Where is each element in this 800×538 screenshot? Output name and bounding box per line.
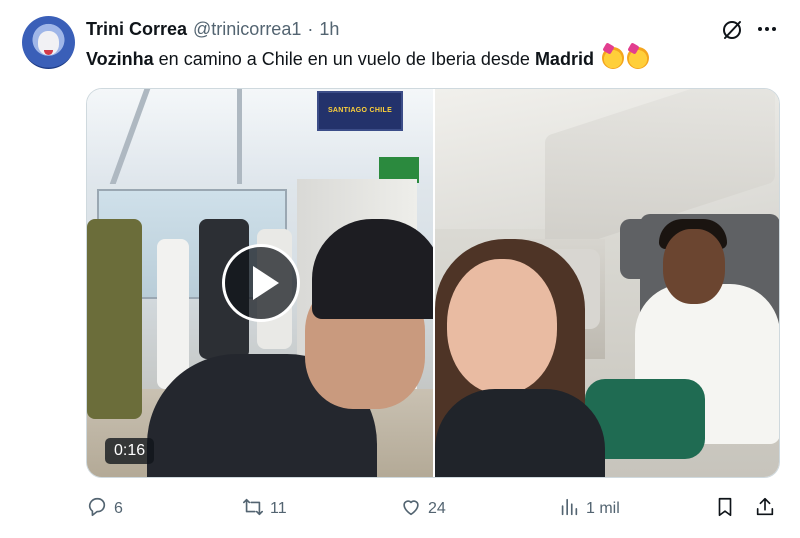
- reply-button[interactable]: 6: [86, 496, 123, 522]
- reply-count: 6: [114, 500, 123, 517]
- action-bar: 6 11 24 1 mil: [86, 496, 780, 522]
- tweet-header: Trini Correa @trinicorrea1 · 1h: [86, 18, 339, 40]
- tweet-body: en camino a Chile en un vuelo de Iberia …: [153, 49, 535, 69]
- person: [157, 239, 189, 389]
- video-duration: 0:16: [105, 438, 155, 464]
- like-icon: [400, 496, 422, 523]
- bookmark-button[interactable]: [714, 496, 736, 522]
- woman-face: [447, 259, 557, 394]
- like-button[interactable]: 24: [400, 496, 446, 522]
- photo-thumbnail[interactable]: [435, 89, 779, 477]
- party-emoji: [601, 47, 624, 69]
- man-face: [663, 229, 725, 304]
- avatar[interactable]: [22, 16, 75, 69]
- play-icon[interactable]: [222, 244, 300, 322]
- ceiling-beam: [237, 89, 242, 184]
- author-handle[interactable]: @trinicorrea1: [193, 19, 301, 40]
- media-grid: SANTIAGO CHILE 0:16: [86, 88, 780, 478]
- views-count: 1 mil: [586, 500, 620, 517]
- views-icon: [558, 496, 580, 523]
- tweet-bold-place: Madrid: [534, 49, 594, 69]
- grok-icon[interactable]: [720, 18, 744, 42]
- tweet-text: Vozinha en camino a Chile en un vuelo de…: [86, 47, 649, 71]
- author-name[interactable]: Trini Correa: [86, 19, 187, 40]
- tweet-bold-name: Vozinha: [86, 49, 154, 69]
- repost-button[interactable]: 11: [242, 496, 287, 522]
- share-button[interactable]: [754, 496, 776, 522]
- person: [87, 219, 142, 419]
- party-emoji: [626, 47, 649, 69]
- bookmark-icon: [714, 496, 736, 523]
- reply-icon: [86, 496, 108, 523]
- video-thumbnail[interactable]: SANTIAGO CHILE 0:16: [87, 89, 433, 477]
- share-icon: [754, 496, 776, 523]
- post-time[interactable]: 1h: [319, 19, 339, 40]
- separator-dot: ·: [307, 18, 314, 39]
- views-button[interactable]: 1 mil: [558, 496, 620, 522]
- repost-icon: [242, 496, 264, 523]
- woman-body: [435, 389, 605, 477]
- repost-count: 11: [270, 500, 287, 517]
- more-icon[interactable]: [754, 16, 780, 42]
- like-count: 24: [428, 500, 446, 517]
- gate-sign: SANTIAGO CHILE: [317, 91, 403, 131]
